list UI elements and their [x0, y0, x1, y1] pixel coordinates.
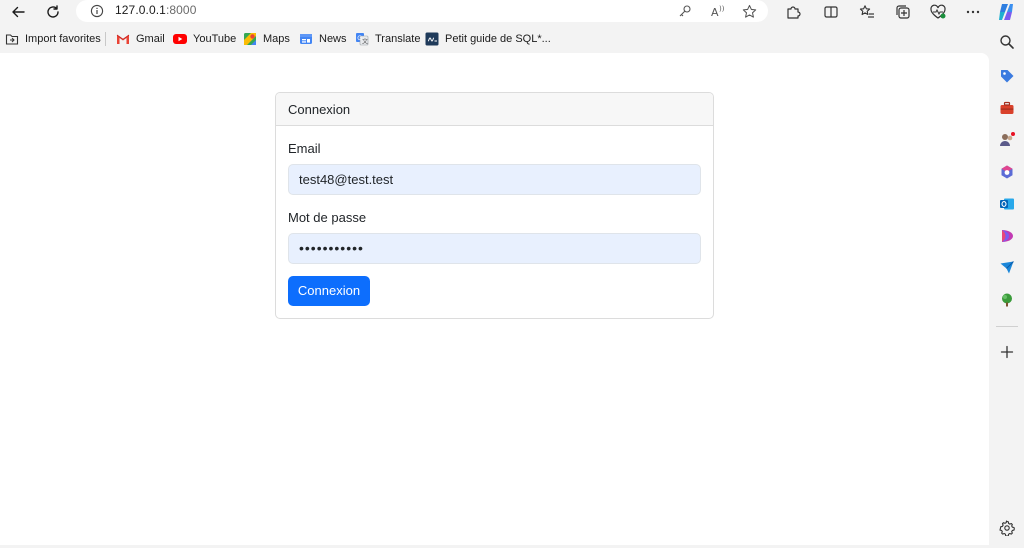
split-screen-icon — [824, 6, 838, 18]
designer-icon — [1002, 230, 1013, 242]
edge-sidebar — [989, 24, 1024, 548]
back-arrow-icon — [12, 6, 25, 18]
email-field[interactable]: test48@test.test — [288, 164, 701, 195]
people-icon — [1000, 132, 1015, 146]
read-aloud-icon: A)) — [711, 5, 725, 18]
bookmark-label: Import favorites — [25, 33, 101, 45]
back-button[interactable] — [7, 1, 29, 23]
login-card: Connexion Email test48@test.test Mot de … — [275, 92, 714, 319]
sidebar-office-button[interactable] — [997, 162, 1017, 182]
bookmark-label: News — [319, 33, 347, 45]
tree-icon — [1002, 293, 1012, 307]
bookmark-label: Translate — [375, 33, 421, 45]
refresh-button[interactable] — [42, 1, 64, 23]
puzzle-icon — [787, 6, 801, 19]
bookmark-sql-guide[interactable]: Petit guide de SQL*... — [425, 28, 551, 50]
read-aloud-button[interactable]: A)) — [710, 3, 726, 19]
favorites-button[interactable] — [857, 2, 877, 22]
email-label: Email — [288, 141, 321, 156]
refresh-icon — [47, 5, 59, 18]
bookmark-youtube[interactable]: YouTube — [173, 28, 236, 50]
collections-icon — [896, 5, 910, 19]
sidebar-shopping-button[interactable] — [997, 66, 1017, 86]
url-text[interactable]: 127.0.0.1:8000 — [115, 3, 196, 17]
bookmarks-bar: Import favorites Gmail YouTube Maps News… — [0, 28, 988, 50]
split-screen-button[interactable] — [821, 2, 841, 22]
gmail-icon — [116, 32, 130, 46]
bookmark-gmail[interactable]: Gmail — [116, 28, 165, 50]
gear-icon — [999, 520, 1015, 536]
sidebar-settings-button[interactable] — [997, 518, 1017, 538]
bookmark-translate[interactable]: G文 Translate — [355, 28, 420, 50]
password-field[interactable]: ••••••••••• — [288, 233, 701, 264]
sidebar-games-button[interactable] — [997, 130, 1017, 150]
bookmark-label: Petit guide de SQL*... — [445, 33, 551, 45]
collections-button[interactable] — [893, 2, 913, 22]
sidebar-tools-button[interactable] — [997, 98, 1017, 118]
settings-more-button[interactable] — [963, 2, 983, 22]
shopping-tag-icon — [1001, 70, 1014, 83]
plus-icon — [1000, 345, 1014, 359]
news-icon — [299, 32, 313, 46]
site-info-icon[interactable] — [90, 4, 104, 18]
browser-toolbar: 127.0.0.1:8000 A)) — [0, 0, 1024, 24]
translate-icon: G文 — [355, 32, 369, 46]
bookmark-label: Gmail — [136, 33, 165, 45]
outlook-icon — [1000, 198, 1014, 210]
bookmark-label: YouTube — [193, 33, 237, 45]
url-host: 127.0.0.1 — [115, 3, 166, 17]
password-label: Mot de passe — [288, 210, 367, 225]
extensions-button[interactable] — [783, 2, 803, 22]
favorites-list-icon — [859, 5, 874, 18]
svg-text:文: 文 — [362, 38, 368, 46]
card-header: Connexion — [276, 93, 713, 126]
bookmark-news[interactable]: News — [299, 28, 347, 50]
sidebar-tree-button[interactable] — [997, 290, 1017, 310]
copilot-icon — [999, 4, 1013, 20]
login-submit-button[interactable]: Connexion — [288, 276, 370, 306]
bookmarks-divider — [105, 32, 106, 46]
toolbox-icon — [1000, 101, 1014, 114]
maps-icon — [243, 32, 257, 46]
key-icon — [679, 5, 691, 17]
star-icon — [742, 4, 756, 18]
sidebar-divider — [996, 326, 1018, 327]
sidebar-outlook-button[interactable] — [997, 194, 1017, 214]
bookmark-label: Maps — [263, 33, 290, 45]
favorite-star-button[interactable] — [741, 3, 757, 19]
send-plane-icon — [1000, 261, 1014, 274]
sql-guide-icon — [425, 32, 439, 46]
sidebar-designer-button[interactable] — [997, 226, 1017, 246]
address-bar[interactable]: 127.0.0.1:8000 A)) — [76, 0, 768, 22]
browser-essentials-button[interactable] — [928, 2, 948, 22]
copilot-button[interactable] — [996, 2, 1016, 22]
bookmark-import-favorites[interactable]: Import favorites — [5, 28, 101, 50]
more-dots-icon — [966, 10, 980, 14]
url-port: :8000 — [165, 3, 197, 17]
sidebar-drop-button[interactable] — [997, 258, 1017, 278]
sidebar-add-button[interactable] — [997, 342, 1017, 362]
microsoft365-icon — [1001, 165, 1013, 179]
svg-text:A: A — [711, 6, 719, 18]
search-icon — [1000, 35, 1014, 49]
youtube-icon — [173, 32, 187, 46]
sidebar-search-button[interactable] — [997, 32, 1017, 52]
svg-text:)): )) — [719, 5, 725, 13]
folder-import-icon — [5, 32, 19, 46]
password-key-button[interactable] — [677, 3, 693, 19]
bookmark-maps[interactable]: Maps — [243, 28, 290, 50]
heart-pulse-icon — [930, 4, 946, 19]
